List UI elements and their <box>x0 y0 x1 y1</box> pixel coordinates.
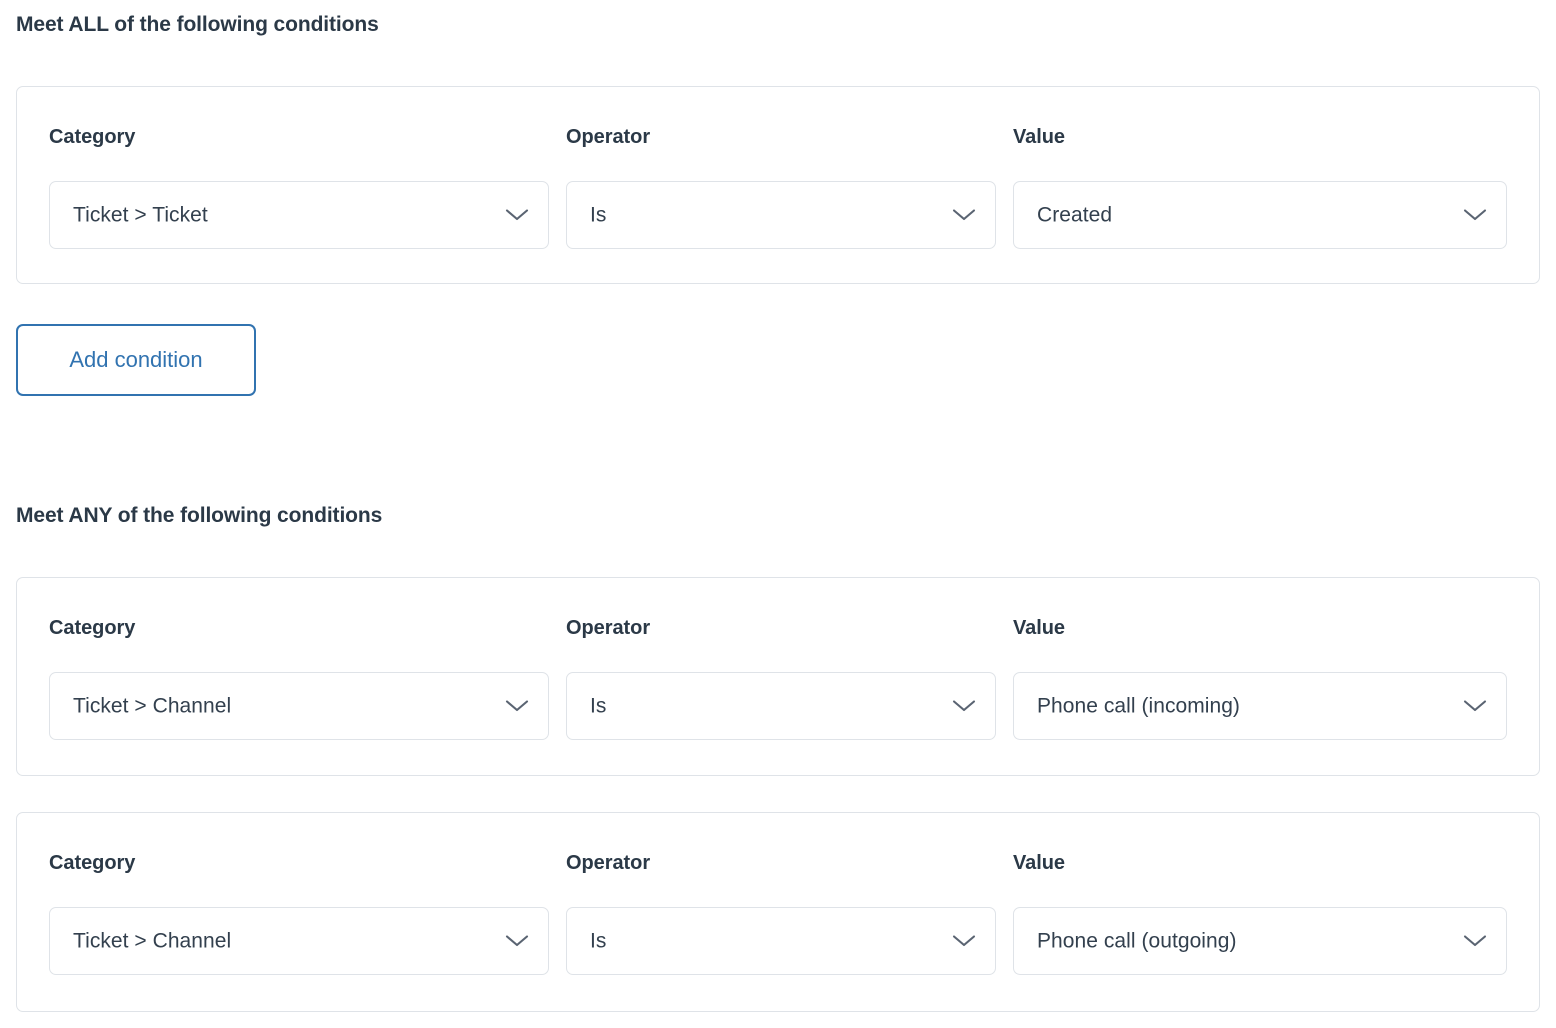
category-select[interactable]: Ticket > Channel <box>49 672 549 740</box>
chevron-down-icon <box>952 699 976 713</box>
chevron-down-icon <box>952 208 976 222</box>
operator-select-value: Is <box>590 203 607 227</box>
operator-label: Operator <box>566 126 651 148</box>
category-label: Category <box>49 852 136 874</box>
condition-card-grid: Category Ticket > Channel Operator Is Va… <box>17 578 1539 775</box>
condition-builder-page: Meet ALL of the following conditions Cat… <box>0 0 1556 1028</box>
condition-card-grid: Category Ticket > Channel Operator Is Va… <box>17 813 1539 1011</box>
category-select[interactable]: Ticket > Channel <box>49 907 549 975</box>
category-select-value: Ticket > Ticket <box>73 203 208 227</box>
category-field-group: Category Ticket > Channel <box>49 578 549 775</box>
condition-card-grid: Category Ticket > Ticket Operator Is Val… <box>17 87 1539 283</box>
chevron-down-icon <box>505 699 529 713</box>
value-select[interactable]: Phone call (incoming) <box>1013 672 1507 740</box>
operator-field-group: Operator Is <box>566 87 996 283</box>
chevron-down-icon <box>1463 934 1487 948</box>
value-select-value: Created <box>1037 203 1113 227</box>
operator-field-group: Operator Is <box>566 813 996 1011</box>
value-select[interactable]: Phone call (outgoing) <box>1013 907 1507 975</box>
chevron-down-icon <box>1463 208 1487 222</box>
chevron-down-icon <box>952 934 976 948</box>
chevron-down-icon <box>505 208 529 222</box>
value-select[interactable]: Created <box>1013 181 1507 249</box>
value-label: Value <box>1013 126 1066 148</box>
category-select[interactable]: Ticket > Ticket <box>49 181 549 249</box>
value-select-value: Phone call (incoming) <box>1037 694 1240 718</box>
value-field-group: Value Created <box>1013 87 1507 283</box>
operator-select-value: Is <box>590 694 607 718</box>
operator-select-value: Is <box>590 929 607 953</box>
value-field-group: Value Phone call (incoming) <box>1013 578 1507 775</box>
condition-card: Category Ticket > Channel Operator Is Va… <box>16 577 1540 776</box>
operator-select[interactable]: Is <box>566 907 996 975</box>
category-field-group: Category Ticket > Channel <box>49 813 549 1011</box>
category-label: Category <box>49 617 136 639</box>
category-select-value: Ticket > Channel <box>73 929 232 953</box>
category-select-value: Ticket > Channel <box>73 694 232 718</box>
operator-label: Operator <box>566 852 651 874</box>
condition-card: Category Ticket > Ticket Operator Is Val… <box>16 86 1540 284</box>
chevron-down-icon <box>505 934 529 948</box>
condition-card: Category Ticket > Channel Operator Is Va… <box>16 812 1540 1012</box>
add-condition-button[interactable]: Add condition <box>16 324 256 396</box>
operator-select[interactable]: Is <box>566 672 996 740</box>
value-field-group: Value Phone call (outgoing) <box>1013 813 1507 1011</box>
operator-field-group: Operator Is <box>566 578 996 775</box>
operator-select[interactable]: Is <box>566 181 996 249</box>
section-heading-any: Meet ANY of the following conditions <box>16 504 383 527</box>
operator-label: Operator <box>566 617 651 639</box>
chevron-down-icon <box>1463 699 1487 713</box>
category-field-group: Category Ticket > Ticket <box>49 87 549 283</box>
category-label: Category <box>49 126 136 148</box>
value-label: Value <box>1013 617 1066 639</box>
value-select-value: Phone call (outgoing) <box>1037 929 1237 953</box>
section-heading-all: Meet ALL of the following conditions <box>16 13 379 36</box>
value-label: Value <box>1013 852 1066 874</box>
